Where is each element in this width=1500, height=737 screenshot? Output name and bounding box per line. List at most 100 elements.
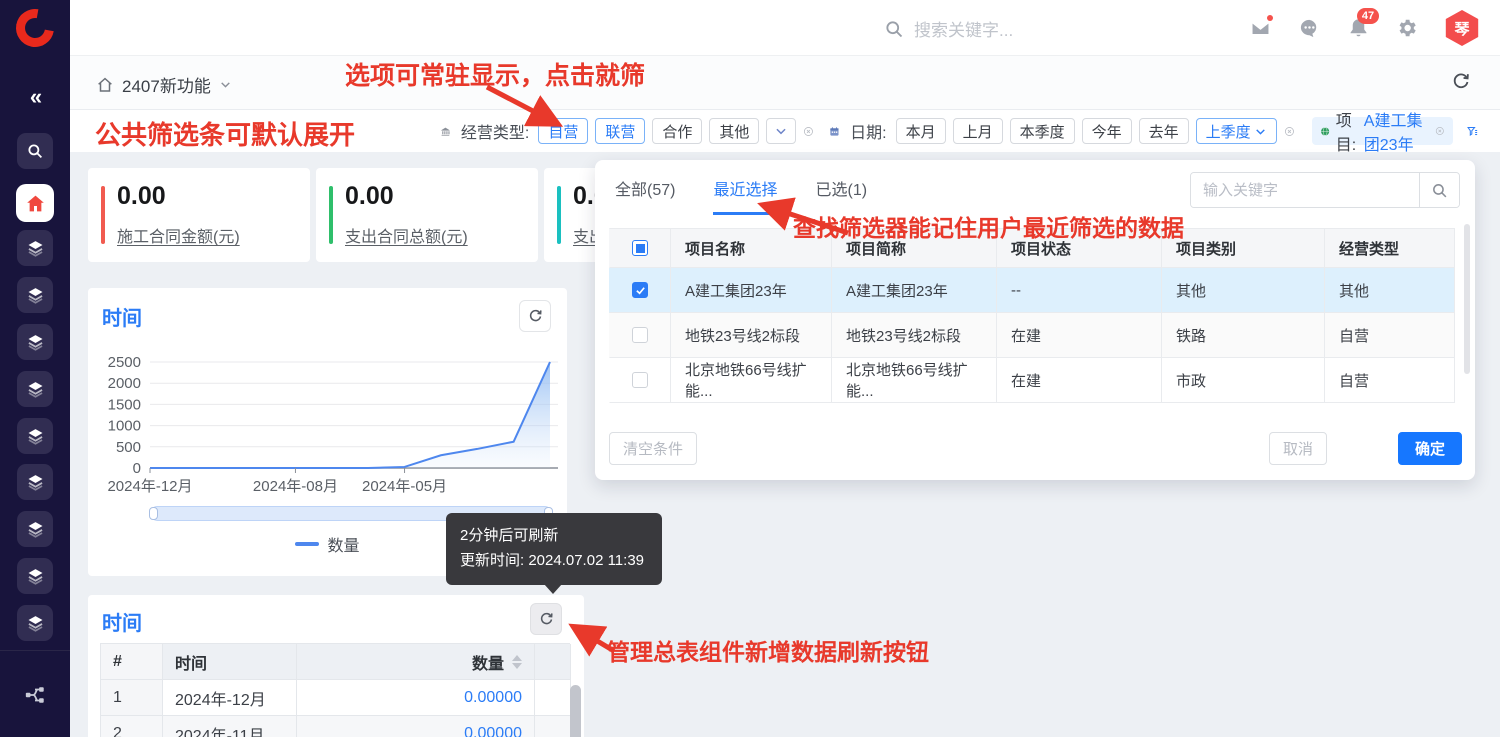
notification-badge: 47 (1357, 8, 1379, 24)
col-index: # (101, 644, 163, 680)
filter-chip-other[interactable]: 其他 (709, 118, 759, 144)
row-checkbox[interactable] (632, 372, 648, 388)
messages-button[interactable] (1298, 17, 1321, 40)
annotation-refresh-note: 管理总表组件新增数据刷新按钮 (607, 633, 929, 667)
sidebar-item-module-8[interactable] (17, 558, 53, 594)
page-refresh-button[interactable] (1450, 71, 1472, 93)
table-row[interactable]: 2 2024年-11月 0.00000 (101, 716, 570, 737)
sidebar-item-module-2[interactable] (17, 277, 53, 313)
layers-icon (25, 285, 46, 306)
svg-text:2024年-12月: 2024年-12月 (107, 478, 192, 495)
layers-icon (25, 379, 46, 400)
layers-icon (25, 332, 46, 353)
filter-chip-last-month[interactable]: 上月 (953, 118, 1003, 144)
filter-funnel-icon[interactable] (1466, 122, 1478, 141)
confirm-button[interactable]: 确定 (1398, 432, 1462, 465)
filter-chip-this-month[interactable]: 本月 (896, 118, 946, 144)
qty-link[interactable]: 0.00000 (297, 680, 535, 716)
project-filter-pill[interactable]: 项目: A建工集团23年 (1312, 117, 1453, 145)
sidebar-item-module-3[interactable] (17, 324, 53, 360)
sidebar-item-module-1[interactable] (17, 230, 53, 266)
stat-card-construction-contract: 0.00 施工合同金额(元) (88, 168, 310, 262)
svg-text:2024年-05月: 2024年-05月 (362, 478, 447, 495)
layers-icon (25, 519, 46, 540)
clear-conditions-button[interactable]: 清空条件 (609, 432, 697, 465)
filter-chip-last-quarter[interactable]: 上季度 (1196, 118, 1277, 144)
annotation-chip-note: 选项可常驻显示，点击就筛 (345, 56, 645, 92)
chevron-down-icon (219, 78, 232, 91)
clear-business-type-icon[interactable] (803, 123, 814, 140)
business-type-expand-button[interactable] (766, 118, 796, 144)
sidebar-item-module-4[interactable] (17, 371, 53, 407)
top-header: 搜索关键字... 47 琴 (70, 0, 1500, 56)
row-checkbox[interactable] (632, 327, 648, 343)
search-icon (884, 19, 904, 39)
app-logo[interactable] (9, 2, 62, 55)
panel-search-button[interactable] (1419, 173, 1459, 207)
cancel-button[interactable]: 取消 (1269, 432, 1327, 465)
chart-refresh-button[interactable] (519, 300, 551, 332)
tab-recent[interactable]: 最近选择 (713, 176, 777, 215)
sidebar-search-button[interactable] (17, 133, 53, 169)
calendar-icon (829, 123, 840, 140)
inbox-dot (1267, 15, 1273, 21)
col-extra (535, 644, 571, 680)
select-all-cell[interactable] (609, 228, 671, 268)
globe-icon (1320, 123, 1330, 140)
table-refresh-button[interactable] (530, 603, 562, 635)
stat-label[interactable]: 施工合同金额(元) (117, 223, 240, 247)
bank-icon (440, 123, 451, 140)
col-qty[interactable]: 数量 (297, 644, 535, 680)
sidebar-item-module-6[interactable] (17, 464, 53, 500)
project-label: 项目: (1336, 107, 1358, 155)
sidebar-item-flow[interactable] (24, 684, 46, 706)
filter-chip-self-operated[interactable]: 自营 (538, 118, 588, 144)
clear-date-icon[interactable] (1284, 123, 1295, 140)
refresh-icon (538, 611, 555, 628)
panel-scrollbar[interactable] (1464, 224, 1470, 374)
notifications-button[interactable]: 47 (1347, 17, 1370, 40)
time-area-chart: 050010001500200025002024年-12月2024年-08月20… (88, 346, 567, 496)
qty-link[interactable]: 0.00000 (297, 716, 535, 737)
breadcrumb[interactable]: 2407新功能 (96, 72, 232, 97)
svg-text:1000: 1000 (108, 418, 141, 435)
global-search-placeholder: 搜索关键字... (914, 16, 1013, 41)
sidebar-item-module-9[interactable] (17, 605, 53, 641)
slider-handle-left[interactable] (149, 507, 158, 520)
panel-search-input[interactable] (1191, 173, 1419, 207)
filter-chip-last-year[interactable]: 去年 (1139, 118, 1189, 144)
project-row[interactable]: 地铁23号线2标段 地铁23号线2标段 在建 铁路 自营 (609, 313, 1455, 358)
filter-chip-this-quarter[interactable]: 本季度 (1010, 118, 1075, 144)
avatar[interactable]: 琴 (1444, 10, 1480, 46)
stat-value: 0.00 (117, 182, 166, 211)
settings-button[interactable] (1396, 17, 1418, 39)
chevron-down-icon (774, 124, 788, 138)
table-scrollbar[interactable] (570, 685, 581, 737)
svg-text:0: 0 (133, 460, 141, 477)
row-checkbox-checked[interactable] (632, 282, 648, 298)
layers-icon (25, 566, 46, 587)
time-table: # 时间 数量 1 2024年-12月 0.00000 2 2024年-11月 … (100, 643, 570, 737)
clear-project-icon[interactable] (1435, 123, 1445, 139)
sidebar-item-module-7[interactable] (17, 511, 53, 547)
project-row[interactable]: 北京地铁66号线扩能... 北京地铁66号线扩能... 在建 市政 自营 (609, 358, 1455, 403)
table-row[interactable]: 1 2024年-12月 0.00000 (101, 680, 570, 716)
inbox-button[interactable] (1249, 17, 1272, 40)
tab-all[interactable]: 全部(57) (615, 176, 675, 215)
sidebar-item-home[interactable] (16, 184, 54, 222)
select-all-checkbox[interactable] (632, 240, 648, 256)
table-card-title: 时间 (102, 607, 142, 636)
sort-icon[interactable] (512, 655, 522, 669)
sidebar-collapse-icon[interactable]: « (0, 84, 70, 110)
global-search[interactable]: 搜索关键字... (884, 16, 1013, 41)
layers-icon (25, 613, 46, 634)
filter-chip-cooperation[interactable]: 合作 (652, 118, 702, 144)
filter-chip-this-year[interactable]: 今年 (1082, 118, 1132, 144)
svg-text:500: 500 (116, 439, 141, 456)
stat-label[interactable]: 支出合同总额(元) (345, 223, 468, 247)
refresh-tooltip: 2分钟后可刷新 更新时间: 2024.07.02 11:39 (446, 513, 662, 585)
filter-chip-joint[interactable]: 联营 (595, 118, 645, 144)
project-row-selected[interactable]: A建工集团23年 A建工集团23年 -- 其他 其他 (609, 268, 1455, 313)
home-outline-icon (96, 76, 114, 94)
sidebar-item-module-5[interactable] (17, 418, 53, 454)
